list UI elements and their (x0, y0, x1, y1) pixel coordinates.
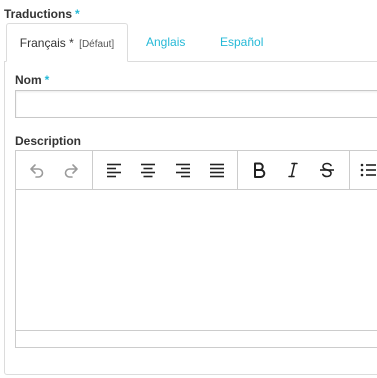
align-justify-button[interactable] (205, 158, 229, 182)
align-right-icon (174, 161, 192, 179)
description-editor (15, 150, 377, 348)
name-required-marker: * (44, 73, 50, 87)
translations-label: Traductions * (4, 7, 80, 21)
align-right-button[interactable] (171, 158, 195, 182)
tab-default-note: [Défaut] (79, 39, 115, 50)
bullet-list-button[interactable] (356, 158, 377, 182)
name-input[interactable] (15, 90, 377, 118)
language-tabs: Français * [Défaut] Anglais Español (4, 23, 377, 62)
strikethrough-icon (318, 161, 336, 179)
italic-button[interactable] (281, 158, 305, 182)
align-center-icon (139, 161, 157, 179)
formatting-group (237, 151, 350, 189)
italic-icon (284, 161, 302, 179)
align-center-button[interactable] (136, 158, 160, 182)
undo-icon (27, 160, 47, 180)
bold-icon (250, 161, 268, 179)
tab-espanol[interactable]: Español (220, 23, 263, 62)
required-marker: * (75, 7, 80, 21)
redo-icon (61, 160, 81, 180)
strikethrough-button[interactable] (315, 158, 339, 182)
description-content[interactable] (16, 190, 377, 331)
align-left-icon (105, 161, 123, 179)
undo-button[interactable] (25, 158, 49, 182)
tab-francais[interactable]: Français * [Défaut] (6, 23, 128, 62)
tab-francais-label: Français * (19, 36, 74, 50)
translations-label-text: Traductions (4, 7, 73, 21)
redo-button[interactable] (59, 158, 83, 182)
align-left-button[interactable] (102, 158, 126, 182)
history-group (16, 151, 93, 189)
align-justify-icon (208, 161, 226, 179)
editor-toolbar (16, 151, 377, 190)
bullet-list-icon (359, 161, 377, 179)
editor-statusbar (16, 330, 377, 347)
alignment-group (92, 151, 238, 189)
name-label-text: Nom (15, 73, 42, 87)
name-label: Nom * (15, 73, 49, 87)
description-label: Description (15, 134, 82, 148)
translations-form: Traductions * Français * [Défaut] Anglais… (0, 0, 377, 378)
bold-button[interactable] (247, 158, 271, 182)
tab-anglais[interactable]: Anglais (146, 23, 185, 62)
